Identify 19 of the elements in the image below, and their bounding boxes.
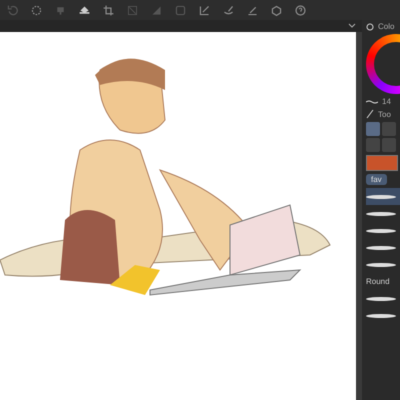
panel-title: Too: [378, 110, 391, 118]
crop-icon[interactable]: [102, 4, 115, 16]
help-icon[interactable]: [294, 4, 307, 16]
tab[interactable]: fav: [366, 174, 387, 185]
pen-icon: [366, 109, 374, 119]
vertical-scrollbar[interactable]: [356, 32, 362, 400]
brush-size: 14: [382, 97, 391, 106]
brush-item[interactable]: [366, 188, 400, 205]
fill-bucket-icon[interactable]: [78, 4, 91, 16]
lasso-icon[interactable]: [30, 4, 43, 16]
color-swatch[interactable]: [366, 155, 398, 171]
brush-item[interactable]: Round: [366, 273, 400, 290]
pen-icon[interactable]: [198, 4, 211, 16]
chevron-down-icon[interactable]: [348, 23, 356, 29]
stroke-icon: [366, 100, 378, 104]
panel-title: Colo: [378, 22, 394, 31]
brush-icon[interactable]: [222, 4, 235, 16]
circle-icon: [366, 22, 374, 30]
drawing-canvas[interactable]: [0, 32, 356, 400]
